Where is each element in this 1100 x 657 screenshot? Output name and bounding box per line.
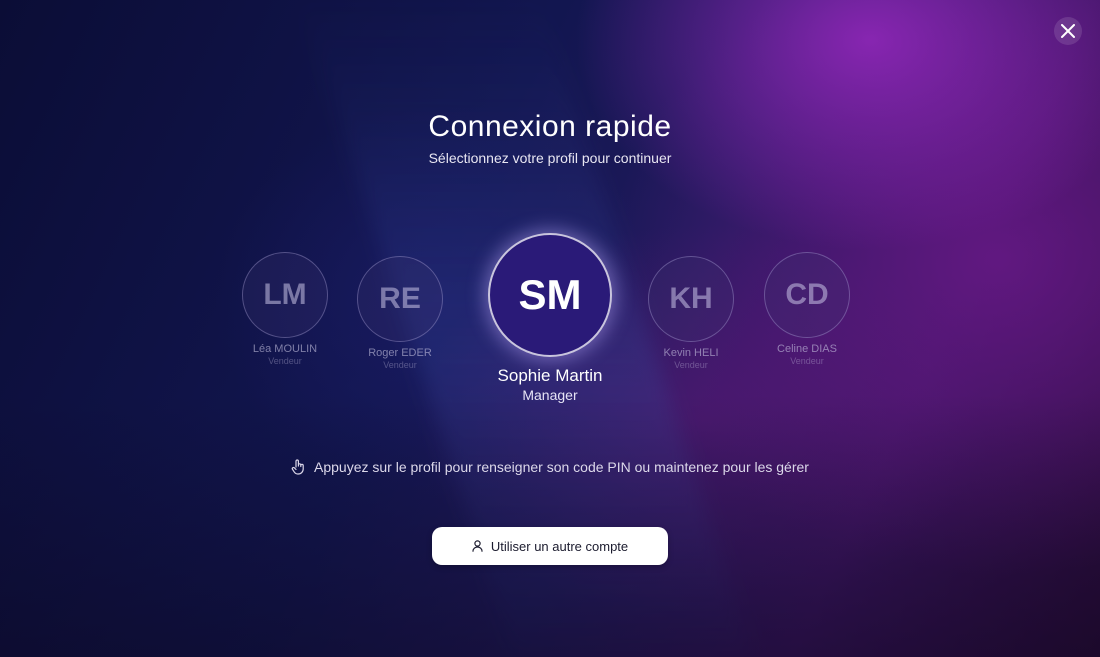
avatar-selected: SM (488, 233, 612, 357)
profile-name: Roger EDER (368, 347, 432, 359)
use-other-account-label: Utiliser un autre compte (490, 538, 629, 554)
profile-role: Manager (522, 387, 578, 403)
avatar: RE (357, 256, 443, 342)
profile-role: Vendeur (790, 356, 824, 366)
profile-role: Vendeur (268, 356, 302, 366)
profile-sophie-martin[interactable]: SM Sophie Martin Manager (475, 233, 625, 403)
profile-kevin-heli[interactable]: KH Kevin HELI Vendeur (633, 256, 749, 370)
usage-hint-text: Appuyez sur le profil pour renseigner so… (314, 459, 809, 475)
avatar: CD (764, 252, 850, 338)
page-subtitle: Sélectionnez votre profil pour continuer (428, 150, 672, 166)
avatar: KH (648, 256, 734, 342)
profile-name: Celine DIAS (777, 343, 837, 355)
profile-role: Vendeur (674, 360, 708, 370)
avatar: LM (242, 252, 328, 338)
quick-login-screen: Connexion rapide Sélectionnez votre prof… (0, 0, 1100, 657)
close-icon (1061, 24, 1075, 38)
profile-role: Vendeur (383, 360, 417, 370)
profile-lea-moulin[interactable]: LM Léa MOULIN Vendeur (227, 252, 343, 366)
profile-name: Léa MOULIN (252, 343, 318, 355)
profile-roger-eder[interactable]: RE Roger EDER Vendeur (342, 256, 458, 370)
profile-celine-dias[interactable]: CD Celine DIAS Vendeur (749, 252, 865, 366)
usage-hint: Appuyez sur le profil pour renseigner so… (0, 459, 1100, 475)
close-button[interactable] (1054, 17, 1082, 45)
profile-name: Sophie Martin (497, 366, 603, 385)
page-title: Connexion rapide (428, 110, 672, 143)
use-other-account-button[interactable]: Utiliser un autre compte (432, 527, 668, 565)
hand-pointer-icon (291, 459, 304, 475)
profile-name: Kevin HELI (663, 347, 719, 359)
user-icon (472, 540, 483, 552)
